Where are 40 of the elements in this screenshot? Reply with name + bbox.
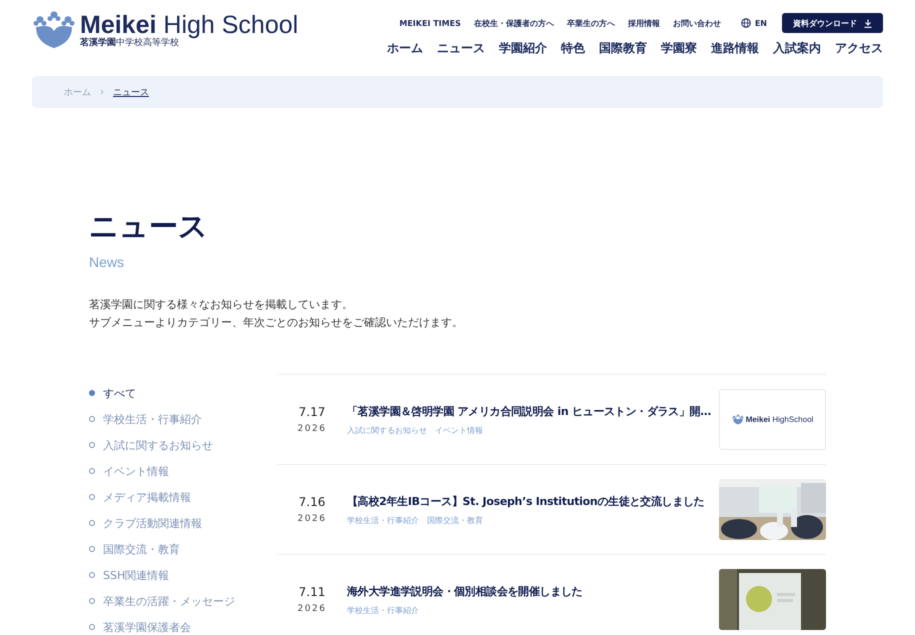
thumbnail-card[interactable]: Meikei HighSchool [719, 389, 826, 450]
breadcrumb-link[interactable]: ニュース [113, 86, 149, 98]
nav-link[interactable]: 学園紹介 [499, 40, 547, 57]
page-subtitle: News [89, 254, 126, 270]
school-name: 茗溪学園中学校高等学校 [80, 38, 179, 48]
category-link[interactable]: すべて [103, 386, 136, 400]
news-year: 2026 [296, 424, 328, 434]
nav-link[interactable]: ニュース [437, 40, 485, 57]
news-date: 7.11 [298, 585, 326, 599]
logo-wordmark[interactable]: Meikei High School [80, 12, 298, 38]
nav-link[interactable]: 学園寮 [661, 40, 697, 57]
news-title[interactable]: 【高校2年生IBコース】St. Joseph’s Institutionの生徒と交流しました [347, 494, 719, 508]
nav-link[interactable]: 入試案内 [773, 40, 821, 57]
crest-icon [732, 414, 744, 425]
chevron-icon [100, 89, 104, 95]
news-year: 2026 [296, 604, 328, 614]
news-year: 2026 [296, 514, 328, 524]
download-button[interactable]: 資料ダウンロード [782, 13, 883, 33]
utility-link[interactable]: お問い合わせ [672, 18, 721, 28]
intro-text: 茗溪学園に関する様々なお知らせを掲載しています。 [89, 297, 354, 313]
utility-link[interactable]: MEIKEI TIMES [399, 18, 461, 28]
utility-link[interactable]: 卒業生の方へ [566, 18, 615, 28]
nav-link[interactable]: 進路情報 [711, 40, 759, 57]
news-title[interactable]: 「茗溪学園＆啓明学園 アメリカ合同説明会 in ヒューストン・ダラス」開… [347, 404, 719, 418]
download-icon [864, 18, 872, 28]
utility-link[interactable]: 採用情報 [628, 18, 660, 28]
news-title[interactable]: 海外大学進学説明会・個別相談会を開催しました [347, 584, 719, 598]
globe-icon [740, 18, 751, 28]
logo-wordmark: Meikei HighSchool [746, 415, 814, 424]
page-title: ニュース [89, 208, 209, 244]
news-date: 7.17 [298, 405, 326, 419]
language-link[interactable]: EN [740, 18, 767, 28]
nav-link[interactable]: アクセス [835, 40, 883, 57]
crest-icon [32, 10, 76, 50]
news-date: 7.16 [298, 495, 326, 509]
nav-link[interactable]: ホーム [387, 40, 423, 57]
nav-link[interactable]: 特色 [561, 40, 585, 57]
utility-link[interactable]: 在校生・保護者の方へ [474, 18, 554, 28]
nav-link[interactable]: 国際教育 [599, 40, 647, 57]
intro-text: サブメニューよりカテゴリー、年次ごとのお知らせをご確認いただけます。 [89, 315, 464, 331]
